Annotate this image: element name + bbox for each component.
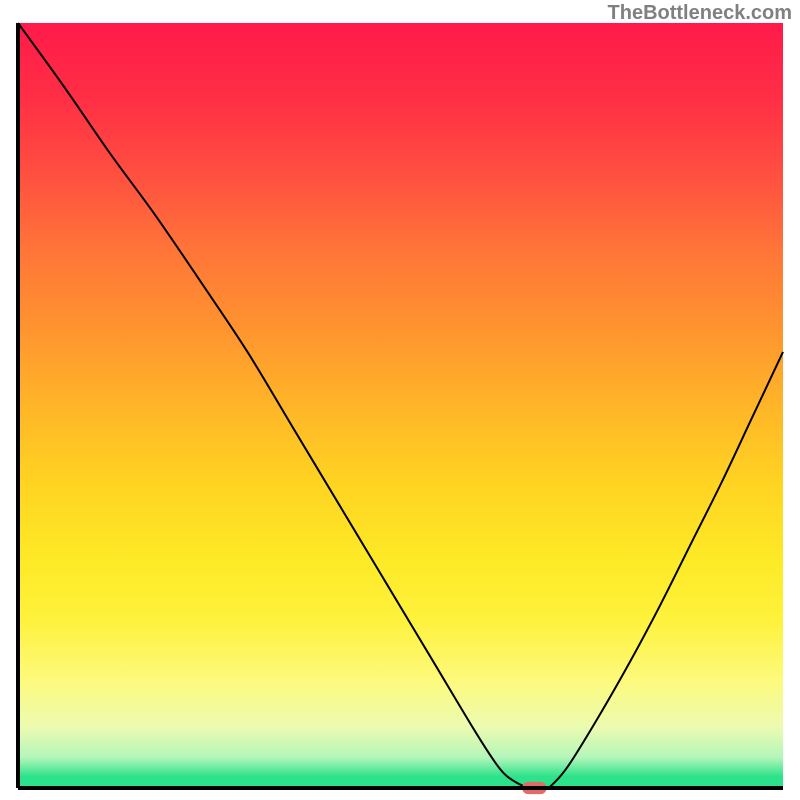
bottleneck-chart (0, 0, 800, 800)
plot-background (18, 23, 783, 788)
chart-container: TheBottleneck.com (0, 0, 800, 800)
watermark-text: TheBottleneck.com (608, 2, 792, 25)
